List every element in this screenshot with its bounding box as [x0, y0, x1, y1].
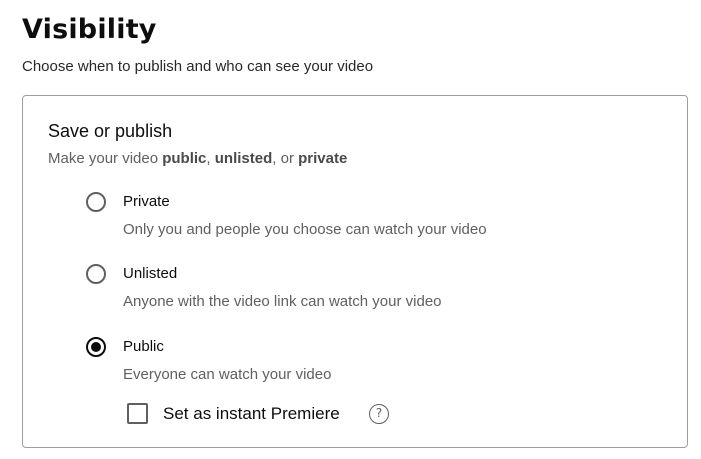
- option-private[interactable]: Private Only you and people you choose c…: [86, 192, 646, 242]
- card-title: Save or publish: [48, 121, 173, 141]
- option-unlisted[interactable]: Unlisted Anyone with the video link can …: [86, 264, 646, 314]
- subtitle-unlisted: unlisted: [214, 150, 273, 167]
- page-title: Visibility: [22, 14, 157, 45]
- subtitle-sep-2: , or: [272, 150, 299, 167]
- option-public-label: Public: [123, 338, 164, 355]
- option-private-label: Private: [123, 193, 170, 210]
- option-private-description: Only you and people you choose can watch…: [123, 221, 487, 238]
- page-subtitle: Choose when to publish and who can see y…: [22, 58, 374, 75]
- subtitle-prefix: Make your video: [48, 150, 163, 167]
- radio-unlisted[interactable]: [86, 264, 106, 284]
- help-circle-icon[interactable]: ?: [369, 404, 389, 424]
- instant-premiere-checkbox[interactable]: [127, 403, 148, 424]
- radio-public[interactable]: [86, 337, 106, 357]
- instant-premiere-label[interactable]: Set as instant Premiere: [163, 403, 340, 425]
- save-or-publish-card: Save or publish Make your video public, …: [22, 95, 688, 448]
- card-subtitle: Make your video public, unlisted, or pri…: [48, 149, 347, 169]
- subtitle-public: public: [162, 150, 207, 167]
- option-public[interactable]: Public Everyone can watch your video: [86, 337, 646, 387]
- subtitle-private: private: [298, 150, 348, 167]
- radio-private[interactable]: [86, 192, 106, 212]
- option-unlisted-description: Anyone with the video link can watch you…: [123, 293, 442, 310]
- subtitle-sep-1: ,: [206, 150, 215, 167]
- option-unlisted-label: Unlisted: [123, 265, 178, 282]
- option-public-description: Everyone can watch your video: [123, 366, 332, 383]
